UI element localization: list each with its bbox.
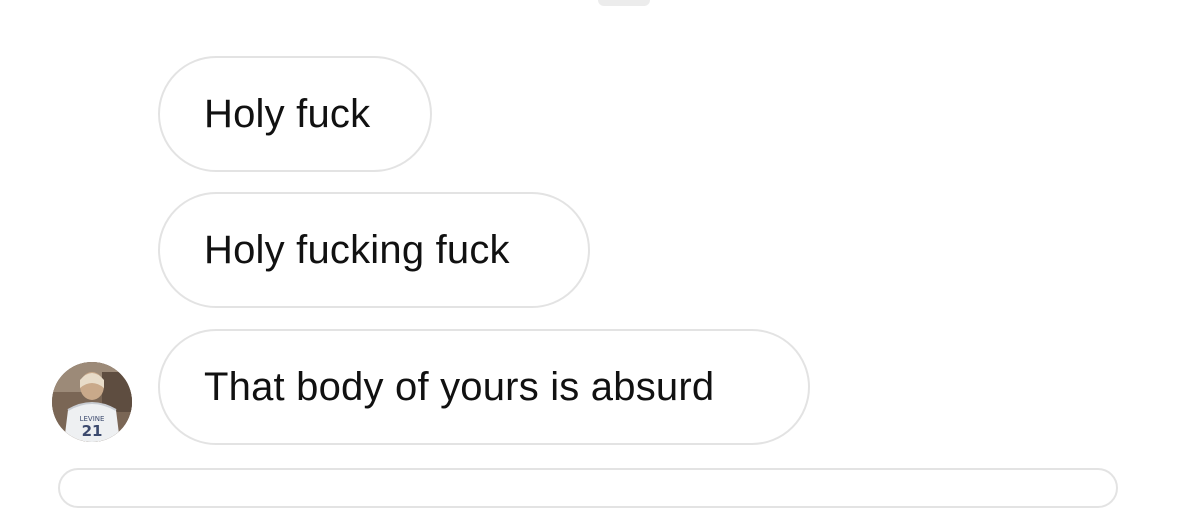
message-text: Holy fucking fuck [204, 227, 510, 272]
message-bubble[interactable]: Holy fuck [158, 56, 432, 172]
message-text: That body of yours is absurd [204, 364, 715, 409]
message-text: Holy fuck [204, 91, 371, 136]
message-bubble[interactable]: That body of yours is absurd [158, 329, 810, 445]
sender-avatar[interactable]: LEVINE 21 [52, 362, 132, 442]
message-bubble[interactable]: Holy fucking fuck [158, 192, 590, 308]
message-thread: Holy fuck Holy fucking fuck That body of… [0, 0, 1179, 476]
avatar-photo: LEVINE 21 [52, 362, 132, 442]
jersey-number-text: 21 [82, 422, 103, 440]
message-composer-input[interactable] [58, 468, 1118, 508]
